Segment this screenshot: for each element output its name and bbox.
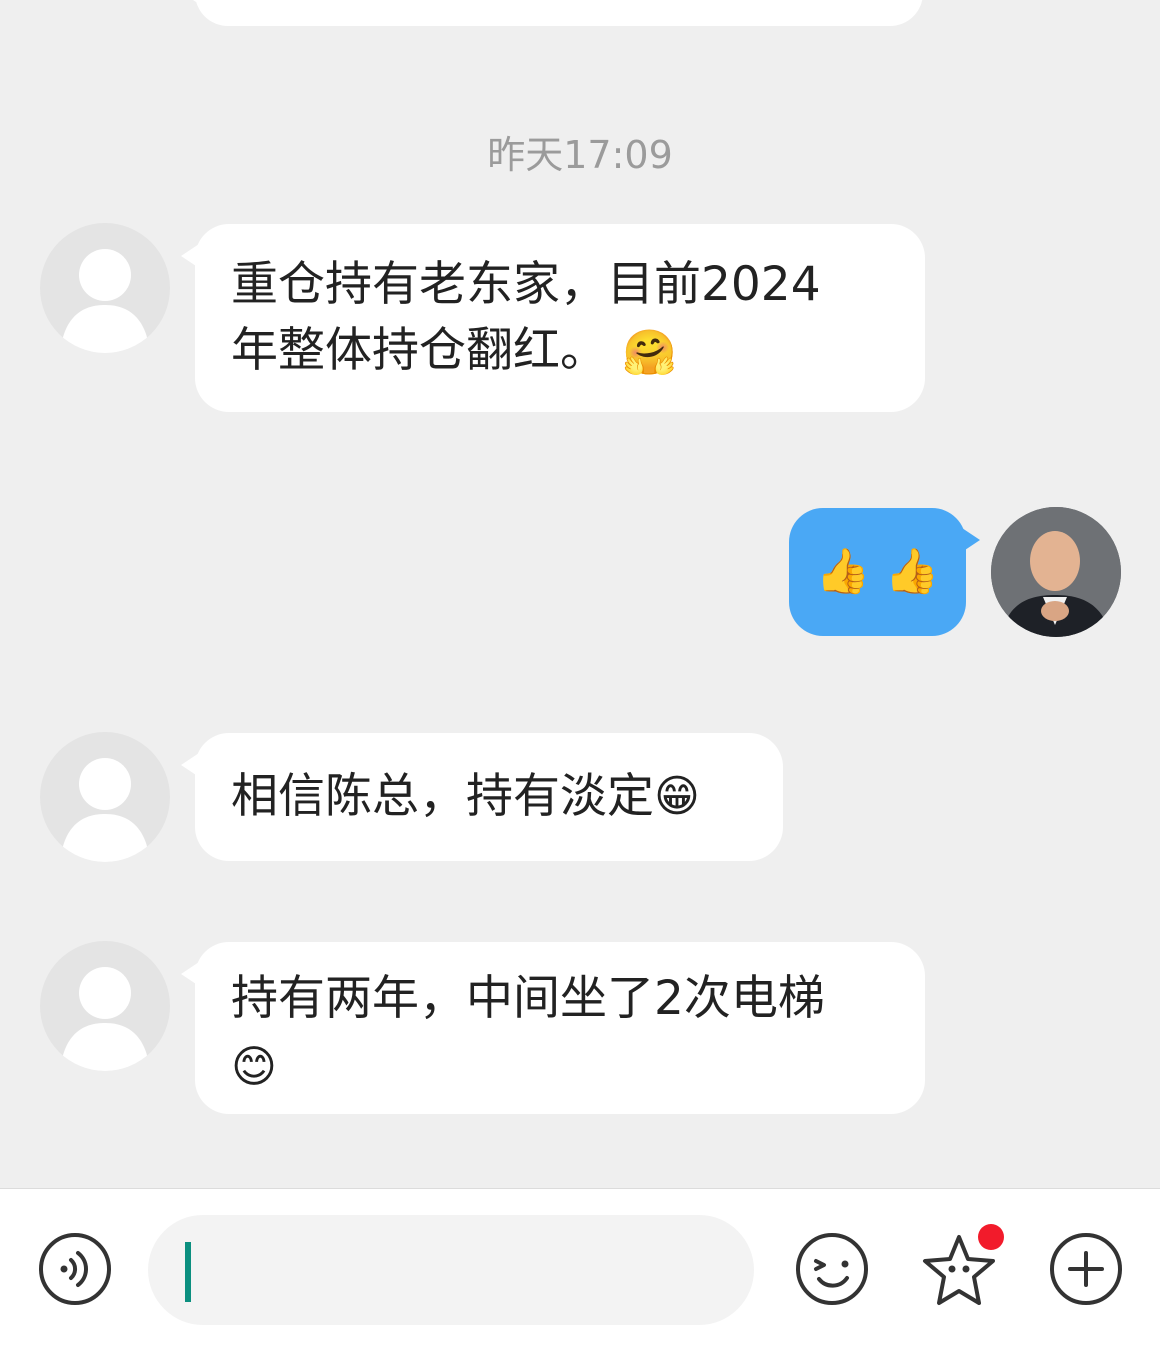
message-timestamp: 昨天17:09 (487, 133, 673, 177)
voice-icon (39, 1233, 111, 1305)
contact-avatar[interactable] (40, 732, 170, 862)
default-avatar-icon (60, 758, 150, 862)
message-bubble[interactable]: 重仓持有老东家，目前2024 年整体持仓翻红。 🤗 (181, 224, 925, 412)
more-button[interactable] (1048, 1231, 1124, 1307)
message-bubble[interactable]: 相信陈总，持有淡定 😁 (181, 733, 783, 861)
message-text: 相信陈总，持有淡定 (231, 769, 654, 824)
chat-area[interactable]: 昨天17:09 重仓持有老东家，目前2024 年整体持仓翻红。 🤗 👍 👍 相信… (0, 0, 1160, 1188)
voice-button[interactable] (37, 1231, 113, 1307)
emoji-icon (796, 1233, 868, 1305)
emoji-button[interactable] (794, 1231, 870, 1307)
default-avatar-icon (60, 967, 150, 1071)
my-message-bubble[interactable]: 👍 👍 (789, 508, 980, 636)
smiling-emoji: 😊 (231, 1041, 277, 1093)
text-cursor (185, 1242, 191, 1302)
default-avatar-icon (60, 249, 150, 353)
thumbs-up-emoji: 👍 👍 (815, 546, 940, 597)
contact-avatar[interactable] (40, 223, 170, 353)
message-text-line: 年整体持仓翻红。 🤗 (231, 318, 889, 387)
message-bubble-partial (181, 0, 923, 26)
grinning-emoji: 😁 (654, 771, 700, 822)
message-text-line: 持有两年，中间坐了2次电梯 (231, 971, 825, 1026)
my-avatar[interactable] (991, 507, 1121, 637)
contact-avatar[interactable] (40, 941, 170, 1071)
message-input[interactable] (148, 1215, 754, 1325)
user-photo-icon (991, 507, 1121, 637)
hugging-emoji: 🤗 (621, 327, 677, 379)
message-bubble[interactable]: 持有两年，中间坐了2次电梯 😊 (181, 942, 925, 1114)
notification-badge (978, 1224, 1004, 1250)
message-text: 年整体持仓翻红。 (231, 323, 607, 378)
message-text-line: 重仓持有老东家，目前2024 (231, 257, 821, 312)
input-toolbar (0, 1188, 1160, 1352)
message-text-line: 😊 (231, 1032, 889, 1101)
plus-icon (1050, 1233, 1122, 1305)
